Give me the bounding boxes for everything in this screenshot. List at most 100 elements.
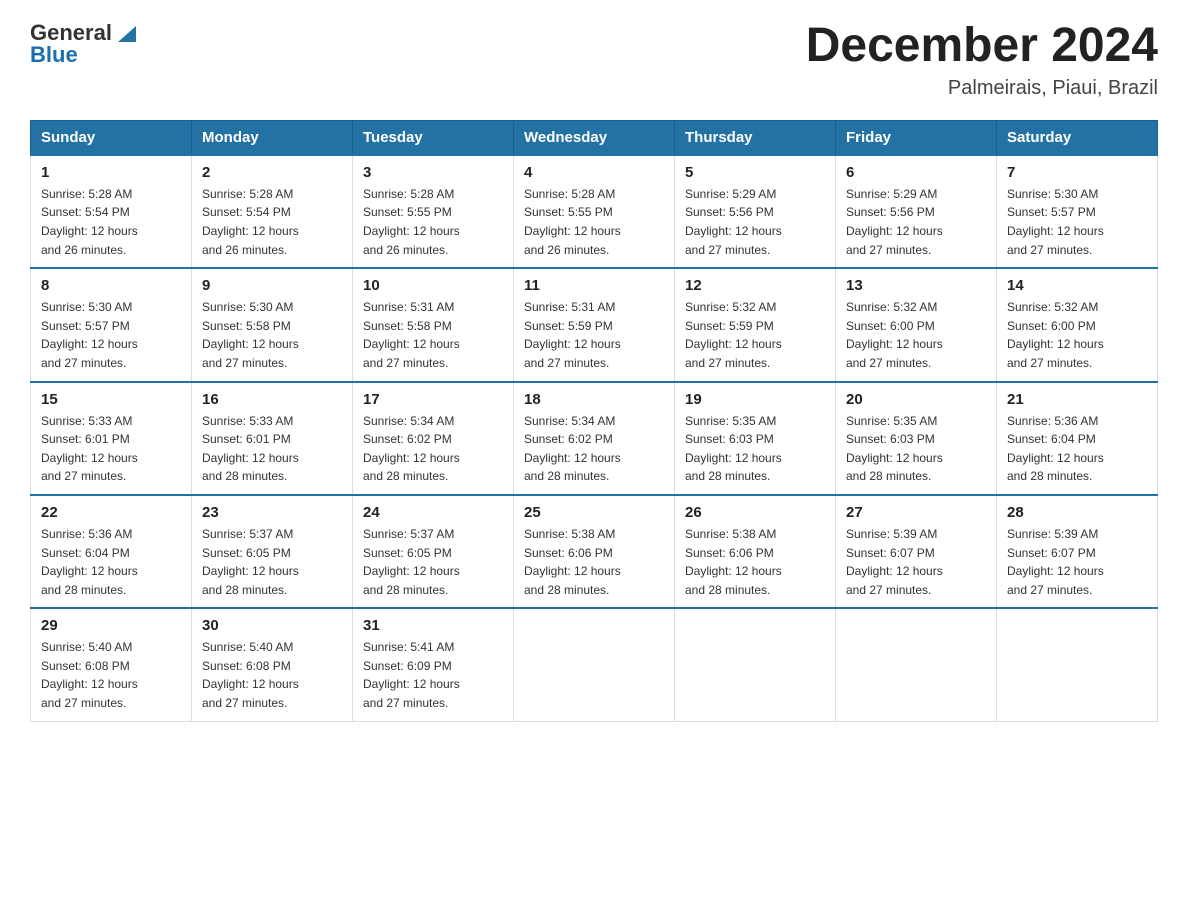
table-row: 28 Sunrise: 5:39 AMSunset: 6:07 PMDaylig…	[997, 495, 1158, 608]
table-row	[836, 608, 997, 721]
day-number: 20	[846, 391, 986, 408]
day-info: Sunrise: 5:33 AMSunset: 6:01 PMDaylight:…	[41, 414, 138, 484]
day-info: Sunrise: 5:30 AMSunset: 5:58 PMDaylight:…	[202, 300, 299, 370]
day-number: 16	[202, 391, 342, 408]
header-friday: Friday	[836, 120, 997, 155]
location-subtitle: Palmeirais, Piaui, Brazil	[806, 77, 1158, 100]
table-row: 5 Sunrise: 5:29 AMSunset: 5:56 PMDayligh…	[675, 155, 836, 268]
table-row: 31 Sunrise: 5:41 AMSunset: 6:09 PMDaylig…	[353, 608, 514, 721]
day-info: Sunrise: 5:31 AMSunset: 5:59 PMDaylight:…	[524, 300, 621, 370]
day-info: Sunrise: 5:36 AMSunset: 6:04 PMDaylight:…	[41, 527, 138, 597]
day-info: Sunrise: 5:35 AMSunset: 6:03 PMDaylight:…	[685, 414, 782, 484]
day-number: 13	[846, 277, 986, 294]
day-number: 24	[363, 504, 503, 521]
day-info: Sunrise: 5:39 AMSunset: 6:07 PMDaylight:…	[846, 527, 943, 597]
day-number: 2	[202, 164, 342, 181]
day-number: 9	[202, 277, 342, 294]
table-row: 8 Sunrise: 5:30 AMSunset: 5:57 PMDayligh…	[31, 268, 192, 381]
table-row: 10 Sunrise: 5:31 AMSunset: 5:58 PMDaylig…	[353, 268, 514, 381]
day-number: 27	[846, 504, 986, 521]
table-row: 27 Sunrise: 5:39 AMSunset: 6:07 PMDaylig…	[836, 495, 997, 608]
calendar-body: 1 Sunrise: 5:28 AMSunset: 5:54 PMDayligh…	[31, 155, 1158, 721]
table-row: 14 Sunrise: 5:32 AMSunset: 6:00 PMDaylig…	[997, 268, 1158, 381]
day-info: Sunrise: 5:29 AMSunset: 5:56 PMDaylight:…	[685, 187, 782, 257]
day-info: Sunrise: 5:32 AMSunset: 5:59 PMDaylight:…	[685, 300, 782, 370]
table-row: 13 Sunrise: 5:32 AMSunset: 6:00 PMDaylig…	[836, 268, 997, 381]
day-number: 29	[41, 617, 181, 634]
day-number: 6	[846, 164, 986, 181]
day-info: Sunrise: 5:36 AMSunset: 6:04 PMDaylight:…	[1007, 414, 1104, 484]
table-row: 22 Sunrise: 5:36 AMSunset: 6:04 PMDaylig…	[31, 495, 192, 608]
table-row: 18 Sunrise: 5:34 AMSunset: 6:02 PMDaylig…	[514, 382, 675, 495]
page-header: General Blue December 2024 Palmeirais, P…	[30, 20, 1158, 100]
day-number: 10	[363, 277, 503, 294]
day-info: Sunrise: 5:40 AMSunset: 6:08 PMDaylight:…	[41, 640, 138, 710]
day-info: Sunrise: 5:33 AMSunset: 6:01 PMDaylight:…	[202, 414, 299, 484]
day-info: Sunrise: 5:29 AMSunset: 5:56 PMDaylight:…	[846, 187, 943, 257]
day-info: Sunrise: 5:41 AMSunset: 6:09 PMDaylight:…	[363, 640, 460, 710]
header-monday: Monday	[192, 120, 353, 155]
logo-triangle-icon	[114, 22, 136, 44]
day-info: Sunrise: 5:37 AMSunset: 6:05 PMDaylight:…	[202, 527, 299, 597]
table-row: 21 Sunrise: 5:36 AMSunset: 6:04 PMDaylig…	[997, 382, 1158, 495]
day-number: 7	[1007, 164, 1147, 181]
day-number: 4	[524, 164, 664, 181]
day-number: 28	[1007, 504, 1147, 521]
day-info: Sunrise: 5:28 AMSunset: 5:55 PMDaylight:…	[524, 187, 621, 257]
day-info: Sunrise: 5:38 AMSunset: 6:06 PMDaylight:…	[685, 527, 782, 597]
day-number: 22	[41, 504, 181, 521]
day-number: 19	[685, 391, 825, 408]
day-info: Sunrise: 5:39 AMSunset: 6:07 PMDaylight:…	[1007, 527, 1104, 597]
table-row	[997, 608, 1158, 721]
table-row: 16 Sunrise: 5:33 AMSunset: 6:01 PMDaylig…	[192, 382, 353, 495]
day-info: Sunrise: 5:32 AMSunset: 6:00 PMDaylight:…	[846, 300, 943, 370]
day-info: Sunrise: 5:40 AMSunset: 6:08 PMDaylight:…	[202, 640, 299, 710]
day-number: 14	[1007, 277, 1147, 294]
day-info: Sunrise: 5:28 AMSunset: 5:55 PMDaylight:…	[363, 187, 460, 257]
day-number: 18	[524, 391, 664, 408]
logo-text-blue: Blue	[30, 42, 78, 68]
table-row: 11 Sunrise: 5:31 AMSunset: 5:59 PMDaylig…	[514, 268, 675, 381]
day-info: Sunrise: 5:38 AMSunset: 6:06 PMDaylight:…	[524, 527, 621, 597]
table-row: 2 Sunrise: 5:28 AMSunset: 5:54 PMDayligh…	[192, 155, 353, 268]
header-wednesday: Wednesday	[514, 120, 675, 155]
day-number: 15	[41, 391, 181, 408]
day-info: Sunrise: 5:28 AMSunset: 5:54 PMDaylight:…	[41, 187, 138, 257]
day-info: Sunrise: 5:34 AMSunset: 6:02 PMDaylight:…	[524, 414, 621, 484]
table-row: 9 Sunrise: 5:30 AMSunset: 5:58 PMDayligh…	[192, 268, 353, 381]
table-row: 17 Sunrise: 5:34 AMSunset: 6:02 PMDaylig…	[353, 382, 514, 495]
table-row: 25 Sunrise: 5:38 AMSunset: 6:06 PMDaylig…	[514, 495, 675, 608]
day-number: 8	[41, 277, 181, 294]
calendar-header: Sunday Monday Tuesday Wednesday Thursday…	[31, 120, 1158, 155]
day-info: Sunrise: 5:35 AMSunset: 6:03 PMDaylight:…	[846, 414, 943, 484]
logo: General Blue	[30, 20, 136, 68]
table-row: 29 Sunrise: 5:40 AMSunset: 6:08 PMDaylig…	[31, 608, 192, 721]
table-row: 4 Sunrise: 5:28 AMSunset: 5:55 PMDayligh…	[514, 155, 675, 268]
day-number: 31	[363, 617, 503, 634]
table-row: 3 Sunrise: 5:28 AMSunset: 5:55 PMDayligh…	[353, 155, 514, 268]
header-tuesday: Tuesday	[353, 120, 514, 155]
table-row: 12 Sunrise: 5:32 AMSunset: 5:59 PMDaylig…	[675, 268, 836, 381]
day-info: Sunrise: 5:31 AMSunset: 5:58 PMDaylight:…	[363, 300, 460, 370]
month-title: December 2024	[806, 20, 1158, 73]
table-row: 19 Sunrise: 5:35 AMSunset: 6:03 PMDaylig…	[675, 382, 836, 495]
header-saturday: Saturday	[997, 120, 1158, 155]
day-info: Sunrise: 5:28 AMSunset: 5:54 PMDaylight:…	[202, 187, 299, 257]
day-number: 23	[202, 504, 342, 521]
table-row: 23 Sunrise: 5:37 AMSunset: 6:05 PMDaylig…	[192, 495, 353, 608]
day-number: 1	[41, 164, 181, 181]
day-number: 25	[524, 504, 664, 521]
table-row: 6 Sunrise: 5:29 AMSunset: 5:56 PMDayligh…	[836, 155, 997, 268]
day-number: 12	[685, 277, 825, 294]
title-block: December 2024 Palmeirais, Piaui, Brazil	[806, 20, 1158, 100]
calendar-table: Sunday Monday Tuesday Wednesday Thursday…	[30, 120, 1158, 722]
day-number: 21	[1007, 391, 1147, 408]
table-row: 1 Sunrise: 5:28 AMSunset: 5:54 PMDayligh…	[31, 155, 192, 268]
day-info: Sunrise: 5:32 AMSunset: 6:00 PMDaylight:…	[1007, 300, 1104, 370]
day-number: 11	[524, 277, 664, 294]
header-thursday: Thursday	[675, 120, 836, 155]
day-info: Sunrise: 5:34 AMSunset: 6:02 PMDaylight:…	[363, 414, 460, 484]
table-row	[514, 608, 675, 721]
day-number: 17	[363, 391, 503, 408]
table-row: 7 Sunrise: 5:30 AMSunset: 5:57 PMDayligh…	[997, 155, 1158, 268]
